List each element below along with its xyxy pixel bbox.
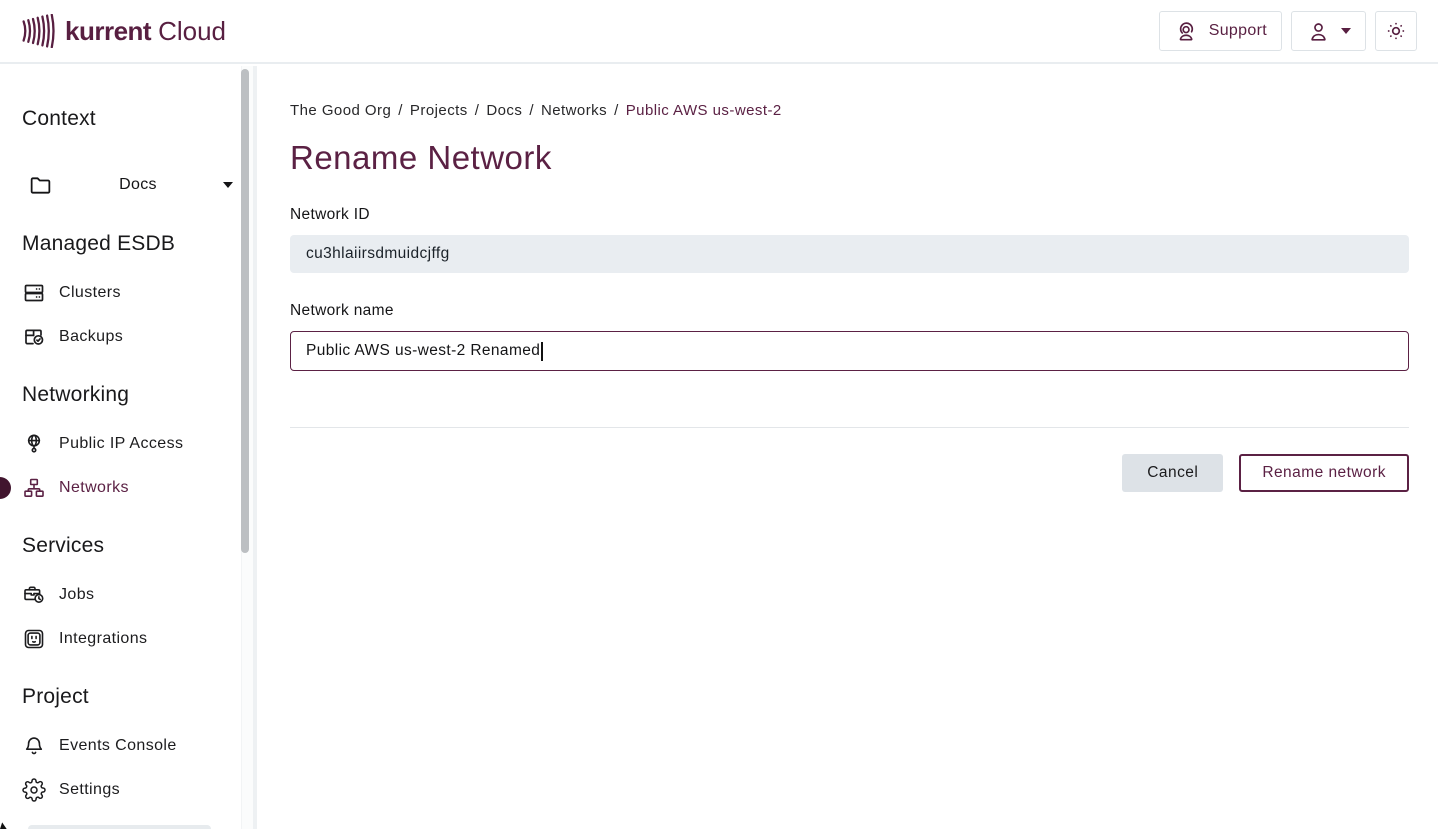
- chevron-down-icon: [1341, 28, 1351, 34]
- sidebar-item-label: Integrations: [59, 630, 147, 648]
- chevron-down-icon: [223, 182, 233, 188]
- context-selector-label: Docs: [53, 176, 223, 194]
- header-actions: Support: [1159, 11, 1417, 51]
- rename-network-button[interactable]: Rename network: [1239, 454, 1409, 492]
- clusters-icon: [22, 281, 46, 305]
- section-heading-networking: Networking: [0, 382, 257, 408]
- network-name-input[interactable]: Public AWS us-west-2 Renamed: [290, 331, 1409, 371]
- kurrent-cloud-logo[interactable]: kurrent Cloud: [21, 14, 226, 48]
- section-heading-project: Project: [0, 684, 257, 710]
- network-name-label: Network name: [290, 302, 1409, 320]
- gear-icon: [22, 778, 46, 802]
- section-heading-managed-esdb: Managed ESDB: [0, 231, 257, 257]
- headset-icon: [1174, 19, 1199, 44]
- sidebar-item-label: Jobs: [59, 586, 94, 604]
- sidebar-item-backups[interactable]: Backups: [0, 315, 257, 359]
- sidebar-item-label: Settings: [59, 781, 120, 799]
- sidebar: Context Docs Managed ESDB Clusters: [0, 66, 257, 829]
- sidebar-item-label: Clusters: [59, 284, 121, 302]
- sidebar-item-label: Backups: [59, 328, 123, 346]
- sidebar-scrollbar-track[interactable]: [241, 66, 257, 829]
- form-actions: Cancel Rename network: [290, 454, 1409, 492]
- form-divider: [290, 427, 1409, 428]
- networks-icon: [22, 476, 46, 500]
- breadcrumb-separator: /: [529, 102, 534, 119]
- network-id-label: Network ID: [290, 206, 1409, 224]
- sun-icon: [1384, 19, 1408, 43]
- services-items: Jobs Integrations: [0, 573, 257, 661]
- breadcrumb-org[interactable]: The Good Org: [290, 102, 391, 119]
- network-name-value: Public AWS us-west-2 Renamed: [306, 342, 540, 360]
- jobs-icon: [22, 583, 46, 607]
- sidebar-item-events-console[interactable]: Events Console: [0, 724, 257, 768]
- kurrent-waves-icon: [21, 14, 58, 48]
- text-cursor: [541, 342, 543, 361]
- sidebar-item-clusters[interactable]: Clusters: [0, 271, 257, 315]
- context-selector-docs[interactable]: Docs: [0, 162, 257, 208]
- public-ip-access-icon: [22, 432, 46, 456]
- app-window: kurrent Cloud Support: [0, 0, 1438, 829]
- integrations-icon: [22, 627, 46, 651]
- partially-visible-row: [28, 825, 211, 829]
- breadcrumb-separator: /: [398, 102, 403, 119]
- cancel-button[interactable]: Cancel: [1122, 454, 1223, 492]
- sidebar-item-networks[interactable]: Networks: [0, 466, 257, 510]
- breadcrumb: The Good Org / Projects / Docs / Networks / Publ…: [290, 102, 1409, 119]
- breadcrumb-project-docs[interactable]: Docs: [486, 102, 522, 119]
- network-id-field: cu3hlaiirsdmuidcjffg: [290, 235, 1409, 273]
- top-header: kurrent Cloud Support: [0, 0, 1438, 64]
- sidebar-scrollbar-thumb[interactable]: [241, 69, 249, 553]
- networking-items: Public IP Access Networks: [0, 422, 257, 510]
- page-title: Rename Network: [290, 139, 1409, 177]
- support-button[interactable]: Support: [1159, 11, 1282, 51]
- sidebar-item-settings[interactable]: Settings: [0, 768, 257, 812]
- sidebar-item-label: Events Console: [59, 737, 177, 755]
- bell-icon: [22, 734, 46, 758]
- section-heading-context: Context: [0, 106, 257, 132]
- breadcrumb-networks[interactable]: Networks: [541, 102, 607, 119]
- user-menu-button[interactable]: [1291, 11, 1366, 51]
- mouse-cursor: [0, 822, 11, 829]
- folder-icon: [28, 173, 53, 198]
- breadcrumb-separator: /: [475, 102, 480, 119]
- sidebar-item-integrations[interactable]: Integrations: [0, 617, 257, 661]
- sidebar-item-public-ip-access[interactable]: Public IP Access: [0, 422, 257, 466]
- breadcrumb-projects[interactable]: Projects: [410, 102, 468, 119]
- support-button-label: Support: [1209, 22, 1267, 40]
- main-content: The Good Org / Projects / Docs / Networks / Publ…: [257, 66, 1438, 829]
- active-item-indicator: [0, 477, 11, 499]
- managed-esdb-items: Clusters Backups: [0, 271, 257, 359]
- section-heading-services: Services: [0, 533, 257, 559]
- sidebar-item-label: Networks: [59, 479, 129, 497]
- breadcrumb-current-network: Public AWS us-west-2: [626, 102, 782, 119]
- logo-product-text: Cloud: [158, 16, 226, 47]
- theme-toggle-button[interactable]: [1375, 11, 1417, 51]
- project-items: Events Console Settings: [0, 724, 257, 812]
- logo-brand-text: kurrent: [65, 16, 151, 47]
- sidebar-item-jobs[interactable]: Jobs: [0, 573, 257, 617]
- backups-icon: [22, 325, 46, 349]
- sidebar-item-label: Public IP Access: [59, 435, 183, 453]
- user-icon: [1306, 19, 1331, 44]
- network-id-value: cu3hlaiirsdmuidcjffg: [306, 245, 450, 263]
- breadcrumb-separator: /: [614, 102, 619, 119]
